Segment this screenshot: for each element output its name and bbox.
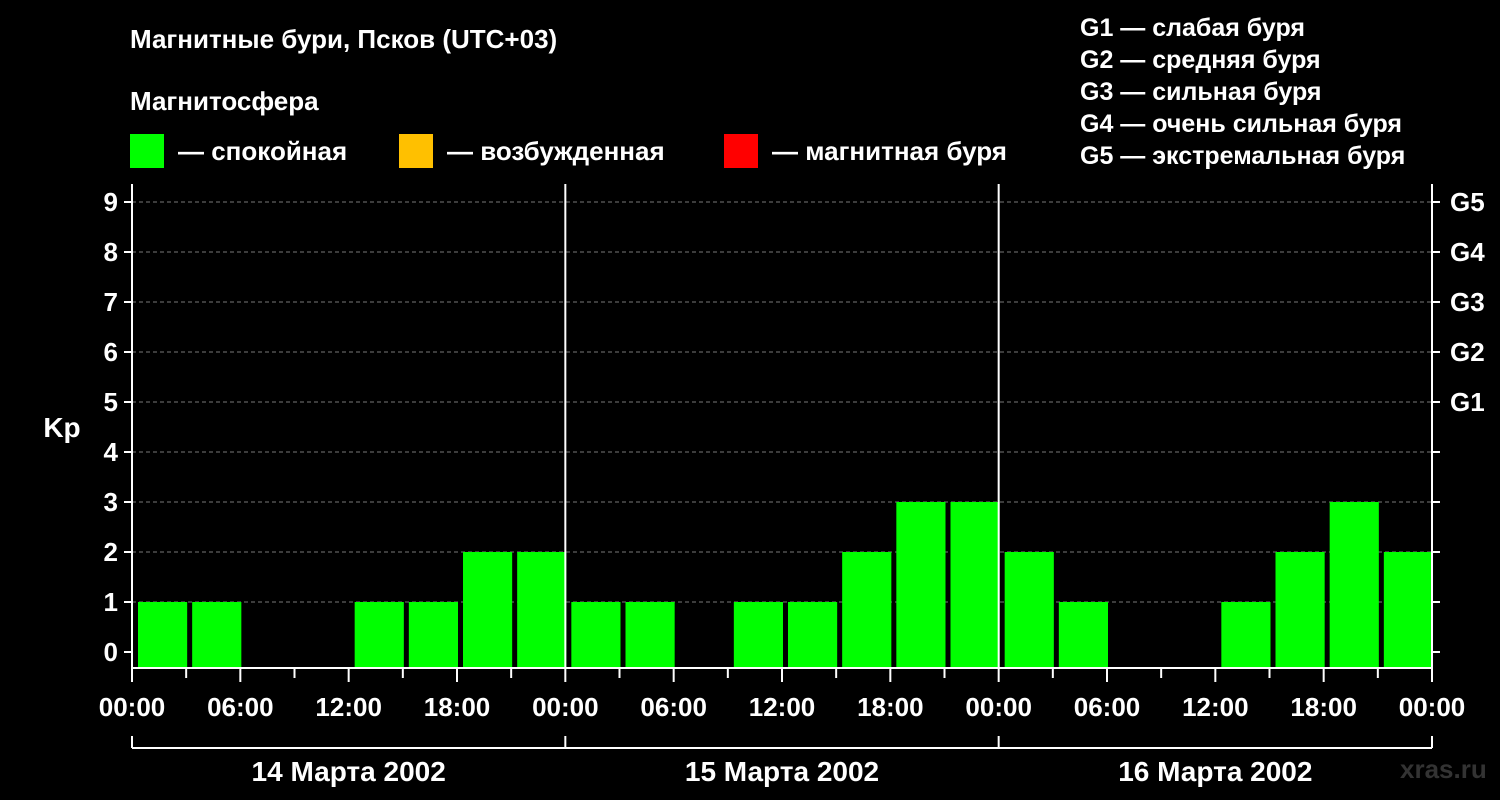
y-tick-label: 7: [104, 287, 118, 317]
y-tick-label: 9: [104, 187, 118, 217]
y-axis-label: Kp: [43, 412, 80, 443]
kp-bar: [192, 602, 242, 668]
g-tick-label: G2: [1450, 337, 1485, 367]
kp-bar: [950, 502, 1000, 668]
kp-bar: [788, 602, 838, 668]
kp-bar: [842, 552, 892, 668]
g-tick-label: G1: [1450, 387, 1485, 417]
kp-bar: [1383, 552, 1433, 668]
kp-bar: [1329, 502, 1379, 668]
x-tick-label: 12:00: [749, 692, 816, 722]
x-tick-label: 06:00: [1074, 692, 1141, 722]
g-tick-label: G4: [1450, 237, 1485, 267]
kp-bar: [408, 602, 458, 668]
x-tick-label: 12:00: [1182, 692, 1249, 722]
kp-bar: [463, 552, 513, 668]
kp-bar: [1058, 602, 1108, 668]
kp-bar: [1221, 602, 1271, 668]
kp-bar: [733, 602, 783, 668]
kp-bar: [896, 502, 946, 668]
x-tick-label: 00:00: [532, 692, 599, 722]
kp-bar: [1004, 552, 1054, 668]
kp-bar: [517, 552, 567, 668]
kp-bar: [571, 602, 621, 668]
kp-bar: [138, 602, 188, 668]
y-tick-label: 3: [104, 487, 118, 517]
x-tick-label: 12:00: [315, 692, 382, 722]
y-tick-label: 2: [104, 537, 118, 567]
x-tick-label: 00:00: [99, 692, 166, 722]
kp-bar: [625, 602, 675, 668]
y-tick-label: 8: [104, 237, 118, 267]
kp-bar-chart: 0 1 2 3 4 5 6 7 8 9 G1 G2 G3 G4 G5 Kp 00:00 06:00 12:00 18:…: [43, 184, 1485, 787]
y-tick-label: 4: [104, 437, 119, 467]
watermark: xras.ru: [1400, 754, 1487, 784]
x-tick-label: 18:00: [424, 692, 491, 722]
g-tick-label: G3: [1450, 287, 1485, 317]
y-tick-label: 6: [104, 337, 118, 367]
kp-bar: [354, 602, 404, 668]
x-tick-label: 00:00: [965, 692, 1032, 722]
y-tick-label: 1: [104, 587, 118, 617]
kp-bar: [1275, 552, 1325, 668]
x-tick-label: 06:00: [207, 692, 274, 722]
day-label: 14 Марта 2002: [252, 756, 446, 787]
x-tick-label: 06:00: [640, 692, 707, 722]
x-tick-label: 18:00: [1290, 692, 1357, 722]
y-tick-label: 5: [104, 387, 118, 417]
day-label: 15 Марта 2002: [685, 756, 879, 787]
g-tick-label: G5: [1450, 187, 1485, 217]
x-tick-label: 18:00: [857, 692, 924, 722]
day-label: 16 Марта 2002: [1118, 756, 1312, 787]
x-tick-label: 00:00: [1399, 692, 1466, 722]
y-tick-label: 0: [104, 637, 118, 667]
